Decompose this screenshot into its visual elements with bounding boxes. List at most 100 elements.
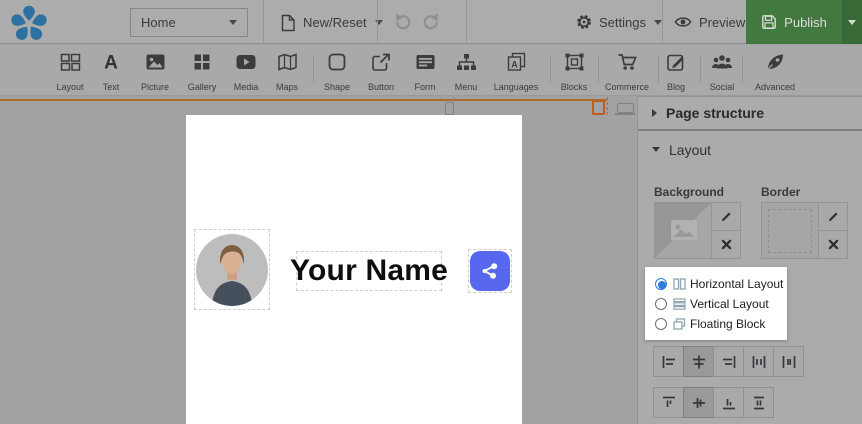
- section-title: Page structure: [666, 105, 764, 121]
- preview-button[interactable]: Preview: [674, 0, 745, 44]
- avatar-widget[interactable]: [194, 229, 270, 310]
- blocks-icon: [564, 52, 585, 72]
- align-left-button[interactable]: [653, 346, 684, 377]
- chevron-down-icon: [652, 147, 660, 152]
- name-text-widget[interactable]: Your Name: [296, 251, 442, 291]
- background-placeholder-icon: [655, 203, 711, 258]
- tablet-breakpoint-icon[interactable]: [592, 100, 605, 115]
- publish-options-button[interactable]: [842, 0, 862, 44]
- page-canvas[interactable]: Your Name: [186, 115, 522, 424]
- layout-option-label: Horizontal Layout: [690, 277, 783, 291]
- publish-button-group: Publish: [746, 0, 862, 44]
- toolbar-item-label: Layout: [56, 82, 83, 92]
- chevron-right-icon: [652, 109, 657, 117]
- stretch-vertical-button[interactable]: [743, 387, 774, 418]
- breakpoint-marker-tablet: [607, 97, 608, 115]
- website-builder-app: Home New/Reset: [0, 0, 862, 424]
- border-clear-button[interactable]: [818, 230, 848, 259]
- background-label: Background: [654, 185, 724, 199]
- undo-button[interactable]: [392, 12, 412, 32]
- distribute-horizontal-button[interactable]: [743, 346, 774, 377]
- section-layout[interactable]: Layout: [638, 131, 862, 168]
- pencil-icon: [720, 210, 733, 223]
- new-reset-label: New/Reset: [303, 15, 367, 30]
- background-edit-button[interactable]: [711, 202, 741, 231]
- toolbar-item-text[interactable]: A Text: [89, 52, 133, 92]
- toolbar-item-commerce[interactable]: Commerce: [602, 52, 652, 92]
- border-preview[interactable]: [761, 202, 819, 259]
- chevron-down-icon: [229, 20, 237, 25]
- toolbar-item-button[interactable]: Button: [359, 52, 403, 92]
- align-right-button[interactable]: [713, 346, 744, 377]
- pencil-icon: [827, 210, 840, 223]
- toolbar-item-form[interactable]: Form: [403, 52, 447, 92]
- page-selector-dropdown[interactable]: Home: [130, 8, 248, 37]
- rocket-icon: [765, 52, 786, 72]
- toolbar-item-maps[interactable]: Maps: [265, 52, 309, 92]
- toolbar-item-media[interactable]: Media: [224, 52, 268, 92]
- layout-option-floating[interactable]: Floating Block: [655, 314, 787, 334]
- phone-breakpoint-icon[interactable]: [445, 102, 454, 115]
- toolbar-item-shape[interactable]: Shape: [315, 52, 359, 92]
- widgets-toolbar: Layout A Text Picture Gallery: [0, 45, 862, 96]
- toolbar-item-label: Gallery: [188, 82, 217, 92]
- gear-icon: [576, 14, 592, 30]
- properties-panel: Page structure Layout Background Border: [637, 96, 862, 424]
- toolbar-item-advanced[interactable]: Advanced: [748, 52, 802, 92]
- svg-text:A: A: [511, 60, 518, 70]
- radio-icon: [655, 278, 667, 290]
- gallery-icon: [192, 52, 212, 72]
- toolbar-item-label: Text: [103, 82, 120, 92]
- publish-button[interactable]: Publish: [746, 0, 842, 44]
- layout-option-horizontal[interactable]: Horizontal Layout: [655, 274, 787, 294]
- settings-dropdown[interactable]: Settings: [576, 0, 662, 44]
- toolbar-item-gallery[interactable]: Gallery: [180, 52, 224, 92]
- new-reset-button[interactable]: New/Reset: [280, 8, 383, 37]
- align-center-vertical-button[interactable]: [683, 387, 714, 418]
- share-icon: [478, 259, 502, 283]
- layout-option-label: Floating Block: [690, 317, 765, 331]
- settings-label: Settings: [599, 15, 646, 30]
- top-bar: Home New/Reset: [0, 0, 862, 44]
- toolbar-item-layout[interactable]: Layout: [48, 52, 92, 92]
- publish-label: Publish: [784, 15, 827, 30]
- breakpoint-ruler-line: [0, 99, 607, 101]
- redo-button[interactable]: [422, 12, 442, 32]
- align-bottom-button[interactable]: [713, 387, 744, 418]
- fit-horizontal-button[interactable]: [773, 346, 804, 377]
- toolbar-item-blocks[interactable]: Blocks: [552, 52, 596, 92]
- toolbar-item-label: Shape: [324, 82, 350, 92]
- border-label: Border: [761, 185, 800, 199]
- border-placeholder-icon: [768, 209, 812, 253]
- maps-icon: [277, 52, 298, 72]
- toolbar-item-languages[interactable]: A Languages: [488, 52, 544, 92]
- toolbar-item-blog[interactable]: Blog: [654, 52, 698, 92]
- media-icon: [235, 52, 257, 72]
- share-widget[interactable]: [468, 249, 512, 293]
- menu-sitemap-icon: [456, 52, 477, 72]
- share-button[interactable]: [470, 251, 510, 291]
- name-text: Your Name: [290, 254, 448, 288]
- toolbar-item-social[interactable]: Social: [702, 52, 742, 92]
- layout-option-vertical[interactable]: Vertical Layout: [655, 294, 787, 314]
- horizontal-layout-icon: [673, 278, 686, 290]
- toolbar-item-label: Social: [710, 82, 735, 92]
- new-page-icon: [280, 14, 296, 32]
- blog-pencil-icon: [666, 52, 686, 72]
- save-icon: [761, 14, 777, 30]
- section-page-structure[interactable]: Page structure: [638, 97, 862, 129]
- preview-label: Preview: [699, 15, 745, 30]
- laptop-breakpoint-icon[interactable]: [617, 103, 634, 113]
- toolbar-item-menu[interactable]: Menu: [444, 52, 488, 92]
- border-edit-button[interactable]: [818, 202, 848, 231]
- background-clear-button[interactable]: [711, 230, 741, 259]
- toolbar-item-label: Commerce: [605, 82, 649, 92]
- radio-icon: [655, 298, 667, 310]
- toolbar-item-label: Button: [368, 82, 394, 92]
- background-preview[interactable]: [654, 202, 712, 259]
- layout-type-radio-group: Horizontal Layout Vertical Layout Floati…: [645, 267, 787, 340]
- toolbar-item-picture[interactable]: Picture: [133, 52, 177, 92]
- close-icon: [721, 239, 732, 250]
- align-top-button[interactable]: [653, 387, 684, 418]
- align-center-horizontal-button[interactable]: [683, 346, 714, 377]
